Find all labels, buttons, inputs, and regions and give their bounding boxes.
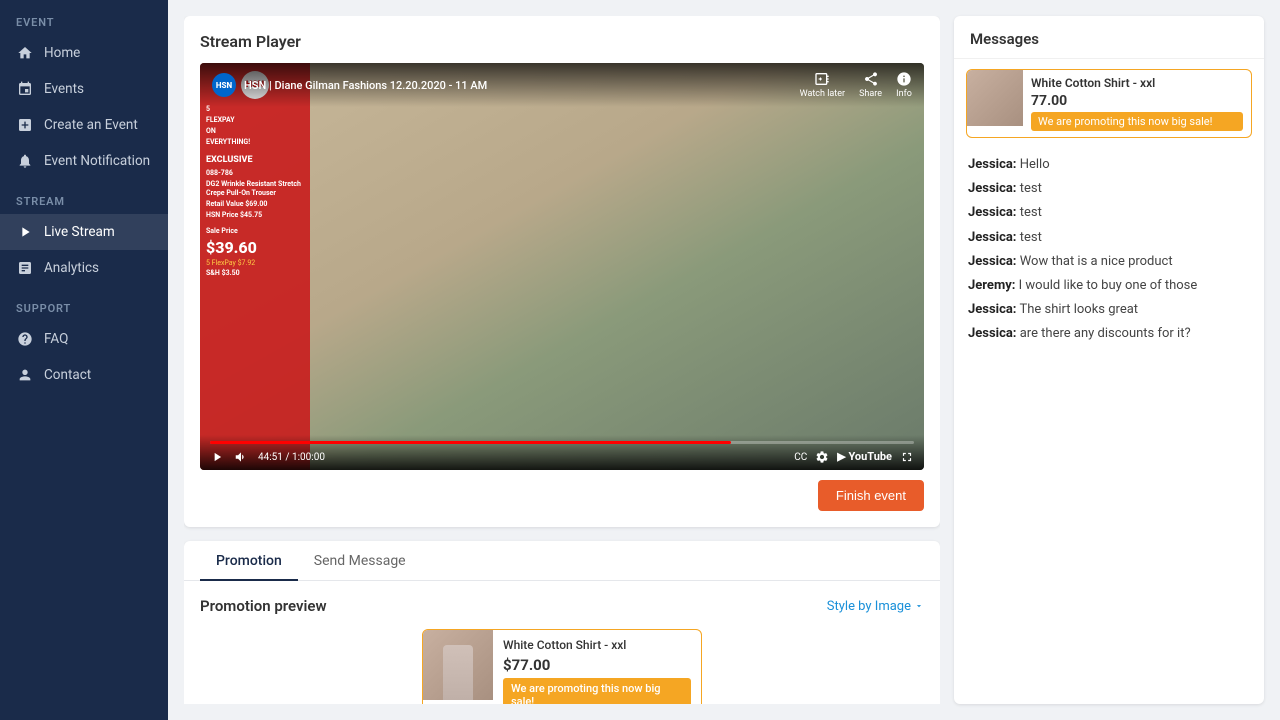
video-time: 44:51 / 1:00:00 xyxy=(258,452,784,463)
video-right-controls: CC ▶ YouTube xyxy=(794,450,914,464)
finish-event-button[interactable]: Finish event xyxy=(818,480,924,511)
watch-later-btn[interactable]: Watch later xyxy=(800,71,845,99)
faq-icon xyxy=(16,330,34,348)
video-promo-sale-price: $39.60 xyxy=(206,238,304,257)
promo-body: Promotion preview Style by Image xyxy=(184,581,940,704)
contact-icon xyxy=(16,366,34,384)
video-top-bar: HSN HSN | Diane Gilman Fashions 12.20.20… xyxy=(200,63,924,107)
sidebar-item-contact[interactable]: Contact xyxy=(0,357,168,393)
promo-preview-header: Promotion preview Style by Image xyxy=(200,597,924,615)
tabs-row: Promotion Send Message xyxy=(184,541,940,581)
video-promo-retail: Retail Value $69.00 xyxy=(206,200,304,209)
notif-price: 77.00 xyxy=(1031,93,1243,109)
video-promo-line4: EVERYTHING! xyxy=(206,138,304,147)
stream-player-card: Stream Player HSN 5 FLEXPAY ON EVERYTHIN… xyxy=(184,16,940,527)
sidebar-event-section: EVENT xyxy=(0,0,168,35)
promo-image-inner xyxy=(423,630,493,700)
video-title: HSN | Diane Gilman Fashions 12.20.2020 -… xyxy=(244,79,792,92)
video-promo-hsn-price: HSN Price $45.75 xyxy=(206,211,304,220)
cc-button[interactable]: CC xyxy=(794,450,807,464)
sidebar-item-event-notification[interactable]: Event Notification xyxy=(0,143,168,179)
promo-product-name: White Cotton Shirt - xxl xyxy=(503,638,691,652)
video-promo-line2: FLEXPAY xyxy=(206,116,304,125)
list-item: Jessica: The shirt looks great xyxy=(968,301,1250,319)
sidebar-item-events[interactable]: Events xyxy=(0,71,168,107)
promo-product-image xyxy=(423,630,493,700)
list-item: Jessica: are there any discounts for it? xyxy=(968,325,1250,343)
video-scene: HSN 5 FLEXPAY ON EVERYTHING! EXCLUSIVE 0… xyxy=(200,63,924,470)
notif-product-name: White Cotton Shirt - xxl xyxy=(1031,76,1243,90)
video-promo-bar: HSN 5 FLEXPAY ON EVERYTHING! EXCLUSIVE 0… xyxy=(200,63,310,470)
list-item: Jessica: test xyxy=(968,229,1250,247)
sidebar-support-section: SUPPORT xyxy=(0,286,168,321)
video-channel-logo: HSN xyxy=(212,73,236,97)
sidebar: EVENT Home Events Create an Event Event … xyxy=(0,0,168,720)
promo-preview-title: Promotion preview xyxy=(200,597,327,615)
tab-promotion[interactable]: Promotion xyxy=(200,541,298,581)
promo-preview-box: White Cotton Shirt - xxl $77.00 We are p… xyxy=(422,629,702,704)
notif-product-image xyxy=(967,70,1023,126)
main-content: Stream Player HSN 5 FLEXPAY ON EVERYTHIN… xyxy=(168,0,1280,720)
list-item: Jessica: Wow that is a nice product xyxy=(968,253,1250,271)
messages-title: Messages xyxy=(954,16,1264,59)
style-by-image-btn[interactable]: Style by Image xyxy=(827,599,924,614)
list-item: Jessica: test xyxy=(968,180,1250,198)
live-stream-icon xyxy=(16,223,34,241)
messages-card: Messages White Cotton Shirt - xxl 77.00 … xyxy=(954,16,1264,704)
left-panel: Stream Player HSN 5 FLEXPAY ON EVERYTHIN… xyxy=(184,16,940,704)
video-promo-sale-label: Sale Price xyxy=(206,227,304,236)
video-promo-line3: ON xyxy=(206,127,304,136)
video-promo-exclusive: EXCLUSIVE xyxy=(206,155,304,167)
youtube-logo: ▶ YouTube xyxy=(837,450,892,464)
promo-figure xyxy=(443,645,473,700)
home-icon xyxy=(16,44,34,62)
video-promo-flexpay: 5 FlexPay $7.92 xyxy=(206,259,304,267)
messages-list: Jessica: Hello Jessica: test Jessica: test… xyxy=(954,148,1264,704)
promotion-card: Promotion Send Message Promotion preview… xyxy=(184,541,940,704)
promo-notification: White Cotton Shirt - xxl 77.00 We are pr… xyxy=(966,69,1252,138)
settings-button[interactable] xyxy=(815,450,829,464)
promo-details: White Cotton Shirt - xxl $77.00 We are p… xyxy=(493,630,701,704)
create-event-icon xyxy=(16,116,34,134)
video-top-actions: Watch later Share Info xyxy=(800,71,912,99)
list-item: Jessica: test xyxy=(968,204,1250,222)
progress-fill xyxy=(210,441,731,444)
info-btn[interactable]: Info xyxy=(896,71,912,99)
controls-row: 44:51 / 1:00:00 CC ▶ YouTube xyxy=(210,450,914,464)
content-area: Stream Player HSN 5 FLEXPAY ON EVERYTHIN… xyxy=(168,0,1280,720)
list-item: Jessica: Hello xyxy=(968,156,1250,174)
video-container[interactable]: HSN 5 FLEXPAY ON EVERYTHING! EXCLUSIVE 0… xyxy=(200,63,924,470)
events-icon xyxy=(16,80,34,98)
analytics-icon xyxy=(16,259,34,277)
video-promo-sh: S&H $3.50 xyxy=(206,269,304,278)
notification-icon xyxy=(16,152,34,170)
sidebar-item-home[interactable]: Home xyxy=(0,35,168,71)
finish-btn-row: Finish event xyxy=(200,480,924,511)
sidebar-stream-section: STREAM xyxy=(0,179,168,214)
sidebar-item-create-event[interactable]: Create an Event xyxy=(0,107,168,143)
sidebar-item-faq[interactable]: FAQ xyxy=(0,321,168,357)
volume-button[interactable] xyxy=(234,450,248,464)
notif-details: White Cotton Shirt - xxl 77.00 We are pr… xyxy=(1023,70,1251,137)
video-controls: 44:51 / 1:00:00 CC ▶ YouTube xyxy=(200,435,924,470)
progress-bar[interactable] xyxy=(210,441,914,444)
video-promo-item-name: DG2 Wrinkle Resistant Stretch Crepe Pull… xyxy=(206,180,304,198)
video-promo-phone: 088-786 xyxy=(206,169,304,178)
stream-player-title: Stream Player xyxy=(200,32,924,51)
share-btn[interactable]: Share xyxy=(859,71,882,99)
sidebar-item-analytics[interactable]: Analytics xyxy=(0,250,168,286)
list-item: Jeremy: I would like to buy one of those xyxy=(968,277,1250,295)
right-panel: Messages White Cotton Shirt - xxl 77.00 … xyxy=(954,16,1264,704)
sidebar-item-live-stream[interactable]: Live Stream xyxy=(0,214,168,250)
promo-price: $77.00 xyxy=(503,656,691,674)
notif-cta: We are promoting this now big sale! xyxy=(1031,112,1243,131)
promo-cta: We are promoting this now big sale! xyxy=(503,678,691,704)
fullscreen-button[interactable] xyxy=(900,450,914,464)
tab-send-message[interactable]: Send Message xyxy=(298,541,422,581)
play-button[interactable] xyxy=(210,450,224,464)
